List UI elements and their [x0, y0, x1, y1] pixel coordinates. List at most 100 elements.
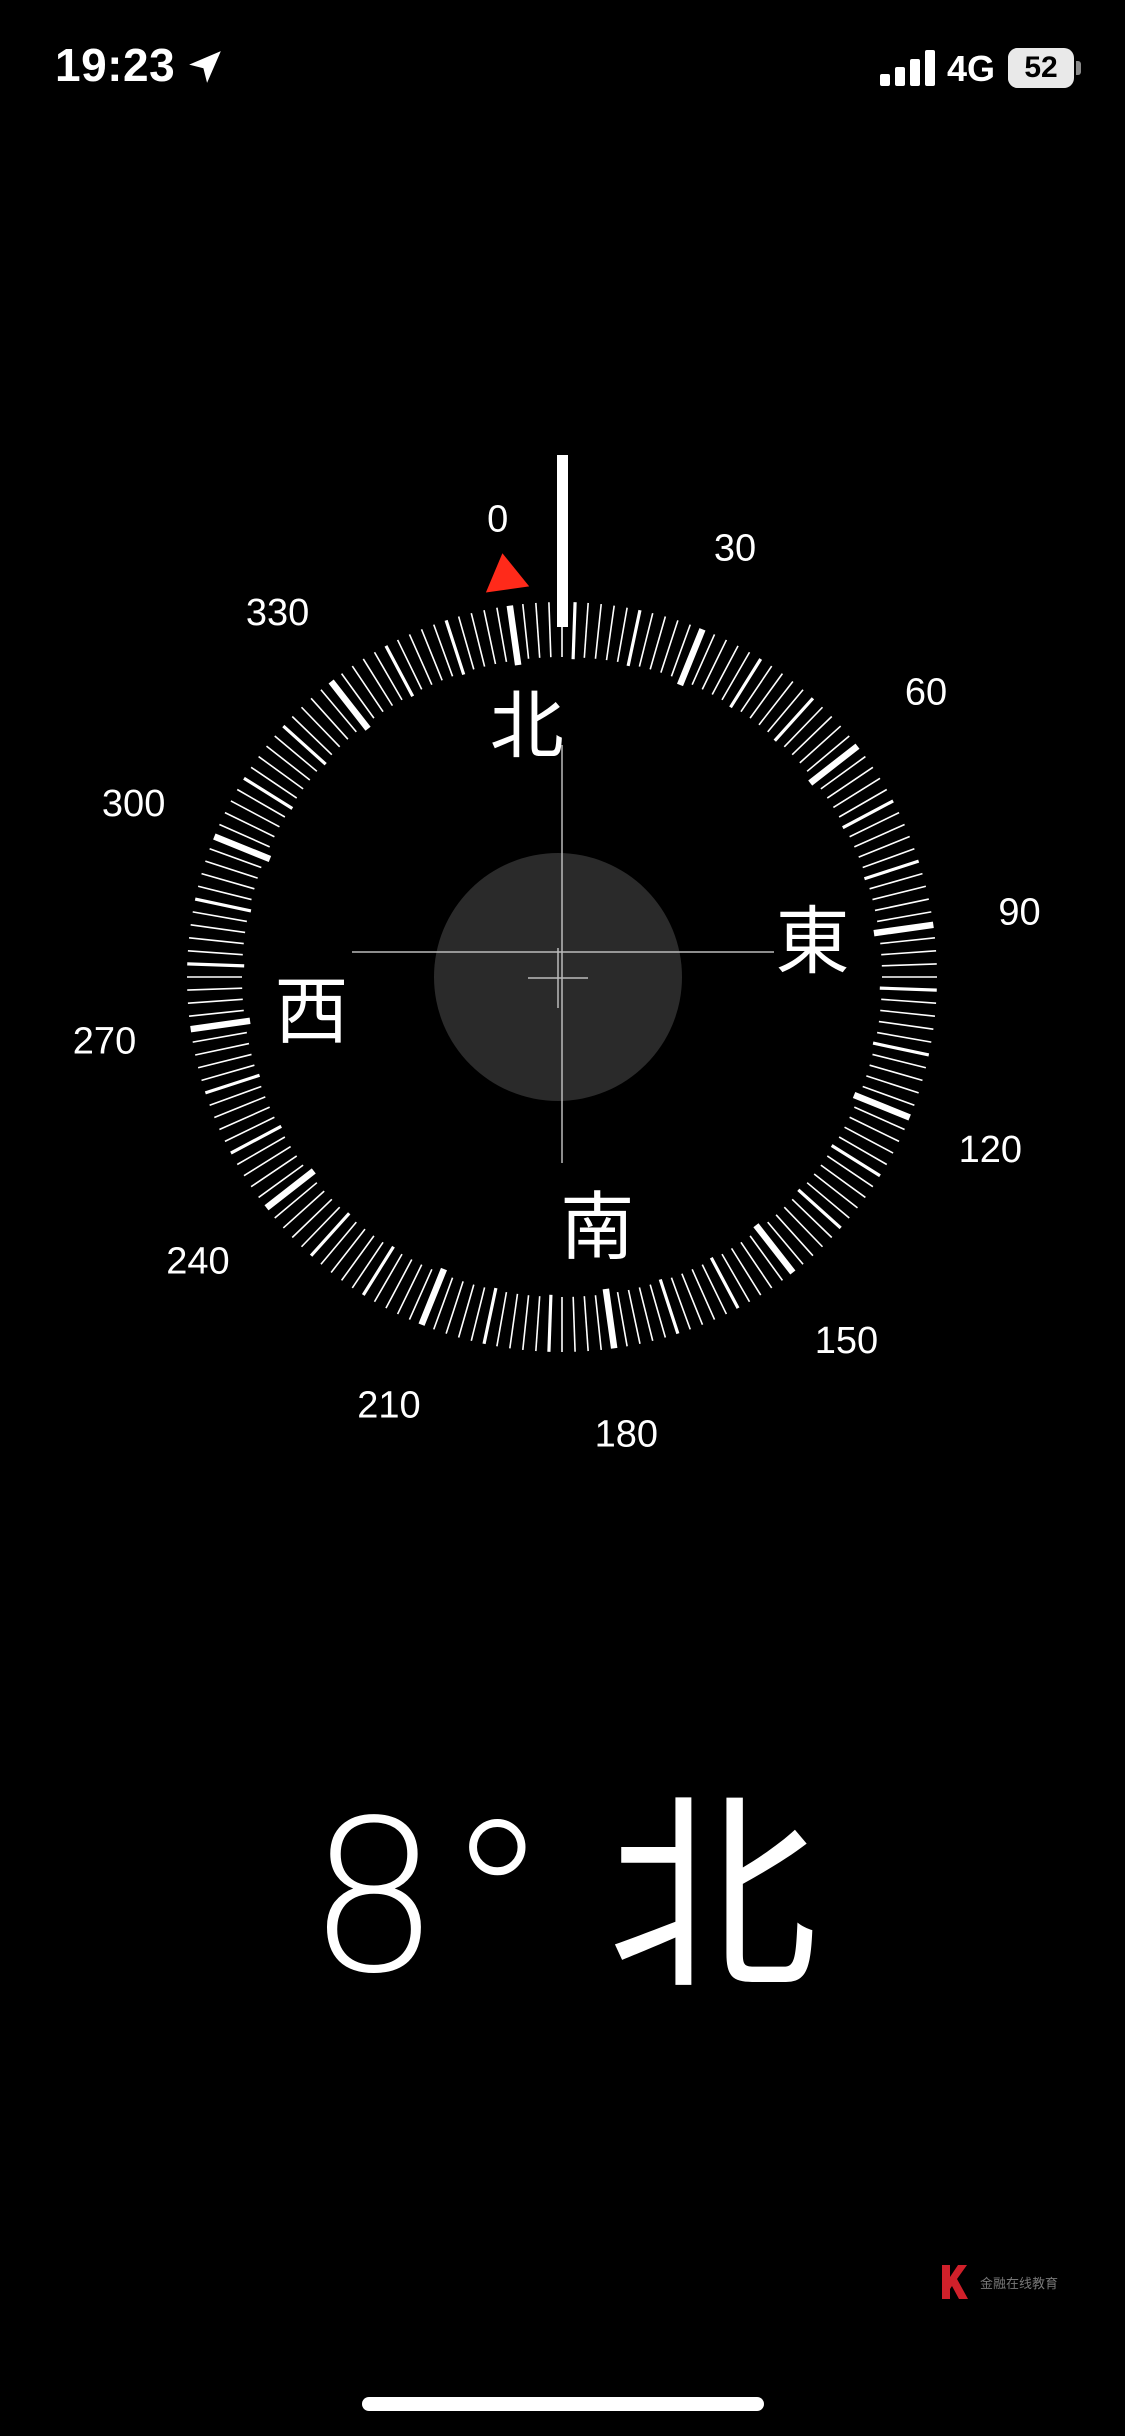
- compass-tick: [872, 1041, 930, 1057]
- compass-tick: [881, 950, 937, 956]
- compass-tick: [869, 1064, 923, 1082]
- compass-tick: [602, 1288, 618, 1349]
- compass-tick: [187, 950, 243, 956]
- compass-tick: [457, 1284, 475, 1338]
- compass-tick: [826, 1155, 874, 1188]
- degree-label: 270: [73, 1020, 136, 1062]
- compass-tick: [767, 689, 804, 733]
- compass-tick: [626, 609, 642, 667]
- compass-tick: [881, 963, 937, 967]
- compass-tick: [709, 1257, 740, 1309]
- degree-label: 90: [998, 892, 1040, 934]
- degree-label: 30: [714, 528, 756, 570]
- compass-tick: [197, 1053, 252, 1069]
- compass-tick: [418, 1267, 448, 1326]
- home-indicator[interactable]: [362, 2397, 764, 2411]
- degree-label: 120: [959, 1129, 1022, 1171]
- compass-tick: [291, 1198, 333, 1239]
- compass-tick: [496, 1292, 508, 1347]
- compass-tick: [320, 1221, 357, 1265]
- compass-tick: [877, 1031, 932, 1043]
- compass-tick: [852, 1091, 911, 1121]
- compass-tick: [872, 1053, 927, 1069]
- compass-tick: [740, 665, 773, 713]
- compass-tick: [838, 1136, 888, 1166]
- degree-label: 210: [357, 1384, 420, 1426]
- compass-tick: [729, 658, 763, 709]
- compass-tick: [187, 962, 245, 968]
- compass-tick: [638, 1287, 654, 1342]
- compass-tick: [496, 607, 508, 662]
- compass-tick: [384, 645, 415, 697]
- compass-tick: [230, 800, 280, 828]
- compass-tick: [385, 1259, 413, 1309]
- compass-tick: [721, 651, 751, 701]
- compass-tick: [224, 811, 275, 838]
- compass-tick: [881, 998, 937, 1004]
- compass-tick: [408, 634, 433, 685]
- compass-tick: [224, 1116, 275, 1143]
- compass-tick: [775, 1214, 814, 1257]
- degree-label: 330: [246, 592, 309, 634]
- compass-tick: [187, 987, 243, 991]
- compass-tick: [192, 1031, 247, 1043]
- compass-tick: [783, 1206, 824, 1248]
- compass-tick: [797, 1188, 842, 1230]
- compass-tick: [243, 776, 294, 810]
- compass-tick: [878, 1020, 934, 1030]
- compass-tick: [842, 799, 894, 830]
- compass-tick: [638, 612, 654, 667]
- compass-tick: [522, 603, 530, 659]
- compass-tick: [236, 788, 286, 818]
- compass-tick: [250, 766, 298, 799]
- compass-tick: [361, 1245, 395, 1296]
- compass-tick: [874, 898, 929, 912]
- compass-tick: [190, 924, 246, 934]
- compass-tick: [791, 1198, 833, 1239]
- compass-tick: [230, 1124, 282, 1155]
- compass-tick: [880, 1009, 936, 1017]
- compass-tick: [264, 1168, 316, 1211]
- compass-tick: [522, 1295, 530, 1351]
- degree-label: 300: [102, 783, 165, 825]
- compass-tick: [832, 777, 881, 809]
- compass-tick: [274, 735, 318, 772]
- compass-tick: [548, 602, 552, 658]
- compass-tick: [219, 1106, 270, 1131]
- compass-dial: 0 30 60 90 120 150 180 210 240 270 300 330 北 東 南 西: [73, 455, 1041, 1456]
- compass-tick: [258, 755, 304, 790]
- compass-tick: [187, 998, 243, 1004]
- cardinal-west-label: 西: [274, 969, 348, 1055]
- compass-tick: [806, 1182, 850, 1219]
- compass-tick: [506, 605, 522, 666]
- compass-tick: [362, 658, 394, 707]
- compass-tick: [310, 697, 349, 740]
- heading-degree-value: 8°: [307, 1775, 554, 2020]
- compass-tick: [844, 1126, 894, 1154]
- compass-tick: [330, 1228, 366, 1273]
- compass-tick: [773, 697, 815, 742]
- compass-tick: [309, 1212, 351, 1257]
- compass-tick: [730, 1247, 762, 1296]
- compass-tick: [300, 1206, 341, 1248]
- compass-tick: [373, 1253, 403, 1303]
- compass-tick: [627, 1289, 641, 1344]
- heading-direction-label: 北: [607, 1775, 818, 2020]
- compass-tick: [243, 1145, 292, 1177]
- compass-tick: [616, 1292, 628, 1347]
- compass-tick: [535, 1296, 541, 1352]
- heading-readout: 8° 北: [0, 1778, 1125, 2018]
- compass-tick: [849, 811, 900, 838]
- degree-label: 60: [905, 672, 947, 714]
- watermark-logo-icon: [942, 2265, 968, 2299]
- compass-tick: [572, 1296, 576, 1352]
- compass-tick: [830, 1144, 881, 1178]
- compass-tick: [195, 1042, 250, 1056]
- compass-tick: [813, 1173, 858, 1209]
- compass-tick: [605, 605, 615, 661]
- compass-tick: [470, 1287, 486, 1342]
- compass-tick: [190, 1017, 251, 1033]
- compass-tick: [213, 833, 272, 863]
- compass-tick: [691, 1269, 716, 1320]
- compass-tick: [250, 1155, 298, 1188]
